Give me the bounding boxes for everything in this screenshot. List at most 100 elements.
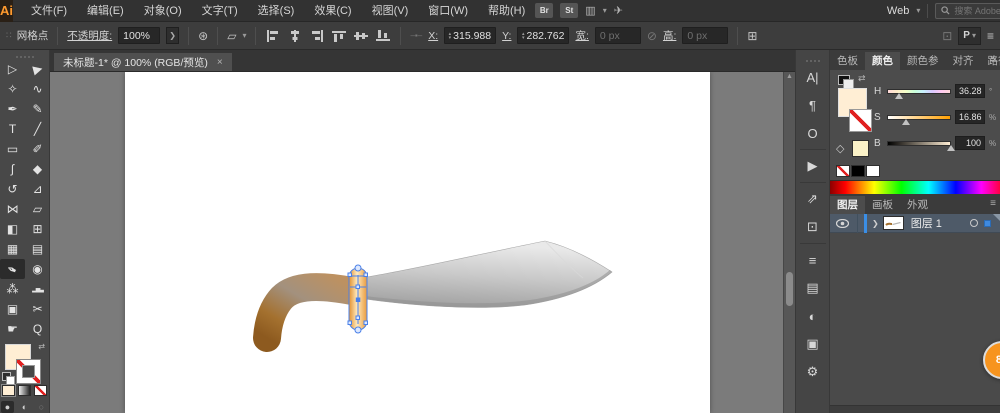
tool-hand-tool[interactable]: ☛ <box>0 319 25 339</box>
layers-tab-图层[interactable]: 图层 <box>830 196 865 214</box>
align-top-icon[interactable] <box>331 29 347 43</box>
draw-behind-mode-button[interactable]: ◐ <box>18 401 31 413</box>
none-fill-button[interactable] <box>34 385 47 396</box>
layer-selection-indicator[interactable] <box>984 220 991 227</box>
shape-options-caret-icon[interactable]: ▾ <box>242 31 246 40</box>
tool-free-transform-tool[interactable]: ▱ <box>25 199 50 219</box>
menu-item-8[interactable]: 帮助(H) <box>478 0 535 22</box>
actions-panel-icon[interactable]: ▶ <box>799 153 827 179</box>
color-tab-色板[interactable]: 色板 <box>830 52 865 70</box>
layers-panel-menu-icon[interactable]: ≡ <box>990 198 996 209</box>
color-spectrum-bar[interactable] <box>830 180 1000 194</box>
height-value[interactable]: 0 px <box>682 27 728 44</box>
align-right-icon[interactable] <box>309 29 325 43</box>
align-bottom-icon[interactable] <box>375 29 391 43</box>
gradient-fill-button[interactable] <box>18 385 31 396</box>
width-label[interactable]: 宽: <box>575 28 588 43</box>
workspace-switcher[interactable]: Web <box>887 5 909 17</box>
color-tab-对齐[interactable]: 对齐 <box>946 52 981 70</box>
default-fill-stroke-icon[interactable] <box>2 372 11 381</box>
tool-selection-tool[interactable]: ▷ <box>0 59 25 79</box>
panel-menu-icon[interactable]: ≡ <box>987 29 994 43</box>
opacity-value[interactable]: 100% <box>118 27 160 44</box>
tool-artboard-tool[interactable]: ▣ <box>0 299 25 319</box>
scroll-up-icon[interactable]: ▲ <box>784 72 795 82</box>
tool-rectangle-tool[interactable]: ▭ <box>0 139 25 159</box>
select-similar-icon[interactable]: ⊡ <box>942 29 952 43</box>
layer-visibility-icon[interactable] <box>836 219 849 228</box>
tool-mesh-tool[interactable]: ▦ <box>0 239 25 259</box>
stroke-panel-icon[interactable]: ≡ <box>799 247 827 273</box>
panel-stroke-swatch[interactable] <box>849 109 872 132</box>
color-tab-颜色参[interactable]: 颜色参 <box>900 52 946 70</box>
brightness-value[interactable]: 100 <box>955 136 985 150</box>
constrain-proportions-icon[interactable]: ⊘ <box>647 29 657 43</box>
align-vertical-center-icon[interactable] <box>353 29 369 43</box>
layer-expand-icon[interactable]: ❯ <box>872 219 879 228</box>
align-horizontal-center-icon[interactable] <box>287 29 303 43</box>
swap-fill-stroke-icon[interactable]: ⇄ <box>38 342 45 351</box>
tool-lasso-tool[interactable]: ∿ <box>25 79 50 99</box>
tool-rotate-tool[interactable]: ↺ <box>0 179 25 199</box>
adobe-stock-search-input[interactable] <box>954 6 1000 16</box>
opacity-label[interactable]: 不透明度: <box>67 28 112 43</box>
hue-slider[interactable] <box>887 89 951 94</box>
tab-close-icon[interactable]: × <box>217 57 223 68</box>
opacity-dropdown-button[interactable]: ❯ <box>166 27 179 44</box>
knife-blade-path[interactable] <box>365 241 612 307</box>
export-panel-icon[interactable]: ⇗ <box>799 186 827 212</box>
workspace-switcher-button[interactable]: P▾ <box>958 27 981 45</box>
distribute-icon[interactable]: ‒▪‒ <box>410 31 422 40</box>
height-label[interactable]: 高: <box>663 28 676 43</box>
graphic-styles-panel-icon[interactable]: ⚙ <box>799 359 827 385</box>
tool-pen-tool[interactable]: ✒ <box>0 99 25 119</box>
align-left-icon[interactable] <box>265 29 281 43</box>
menu-item-3[interactable]: 文字(T) <box>192 0 248 22</box>
layer-target-icon[interactable] <box>970 219 978 227</box>
none-swatch[interactable] <box>836 165 850 177</box>
tool-column-graph-tool[interactable]: ▂▅▃ <box>25 279 50 299</box>
tool-type-tool[interactable]: T <box>0 119 25 139</box>
tool-scale-tool[interactable]: ⊿ <box>25 179 50 199</box>
color-panel-menu-icon[interactable]: ≡ <box>990 54 996 65</box>
transparency-panel-icon[interactable]: ◐ <box>799 303 827 329</box>
tool-direct-selection-tool[interactable]: ▶ <box>25 59 50 79</box>
menu-item-4[interactable]: 选择(S) <box>248 0 305 22</box>
menu-item-1[interactable]: 编辑(E) <box>77 0 134 22</box>
dock-drag-handle[interactable] <box>806 55 820 62</box>
menu-item-7[interactable]: 窗口(W) <box>418 0 478 22</box>
opentype-panel-icon[interactable]: O <box>799 120 827 146</box>
layer-row[interactable]: ❯ 图层 1 <box>830 214 1000 233</box>
saturation-slider[interactable] <box>887 115 951 120</box>
tool-symbol-sprayer-tool[interactable]: ⁂ <box>0 279 25 299</box>
width-value[interactable]: 0 px <box>595 27 641 44</box>
workspace-caret-icon[interactable]: ▾ <box>916 6 920 15</box>
menu-item-5[interactable]: 效果(C) <box>304 0 361 22</box>
artboard[interactable] <box>125 72 710 413</box>
document-tab[interactable]: 未标题-1* @ 100% (RGB/预览) × <box>54 53 232 71</box>
y-value[interactable]: ▴▾282.762 <box>517 27 569 44</box>
menu-item-6[interactable]: 视图(V) <box>362 0 419 22</box>
tool-magic-wand-tool[interactable]: ✧ <box>0 79 25 99</box>
web-color-warning-icon[interactable]: ◇ <box>836 142 844 155</box>
character-panel-icon[interactable]: A| <box>799 64 827 90</box>
color-tab-颜色[interactable]: 颜色 <box>865 52 900 70</box>
symbols-panel-icon[interactable]: ▣ <box>799 331 827 357</box>
draw-inside-mode-button[interactable]: ○ <box>35 401 48 413</box>
controlbar-drag-handle[interactable]: ∷ <box>6 30 11 41</box>
menu-item-2[interactable]: 对象(O) <box>134 0 192 22</box>
tool-line-segment-tool[interactable]: ╱ <box>25 119 50 139</box>
tool-blend-tool[interactable]: ◉ <box>25 259 50 279</box>
layer-name[interactable]: 图层 1 <box>911 215 942 231</box>
y-label[interactable]: Y: <box>502 30 511 42</box>
tool-shape-builder-tool[interactable]: ◧ <box>0 219 25 239</box>
tool-eyedropper-tool[interactable]: ✒ <box>0 259 25 279</box>
tool-curvature-tool[interactable]: ✎ <box>25 99 50 119</box>
draw-normal-mode-button[interactable]: ● <box>1 401 14 413</box>
brightness-slider[interactable] <box>887 141 951 146</box>
scrollbar-thumb[interactable] <box>786 272 793 306</box>
bridge-button[interactable]: Br <box>535 3 553 18</box>
tool-perspective-grid-tool[interactable]: ⊞ <box>25 219 50 239</box>
saturation-value[interactable]: 16.86 <box>955 110 985 124</box>
layers-tab-外观[interactable]: 外观 <box>900 196 935 214</box>
